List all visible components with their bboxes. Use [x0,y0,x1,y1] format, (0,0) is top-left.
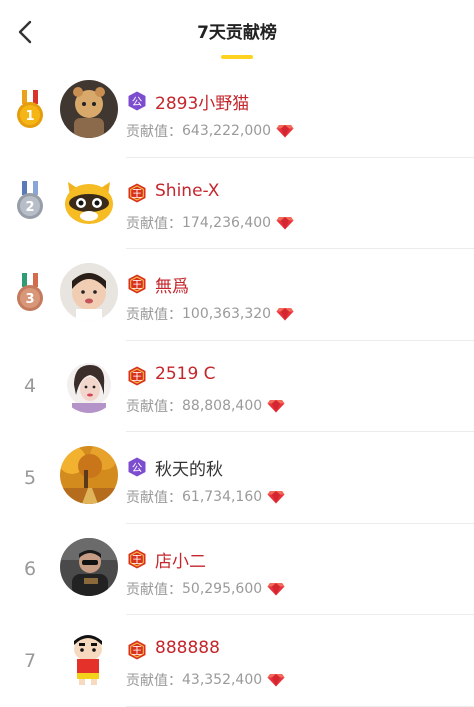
avatar[interactable] [60,446,118,504]
contribution-value: 贡献值： 43,352,400 [126,670,285,690]
leaderboard-row[interactable]: 2 王 Shine-X 贡献值： 174,236,400 [0,158,474,250]
user-name[interactable]: 店小二 [155,547,206,572]
page-title: 7天贡献榜 [197,23,277,43]
king-badge-icon: 王 [127,366,147,386]
leaderboard-row[interactable]: 3 王無爲贡献值： 100,363,320 [0,249,474,341]
avatar[interactable] [60,354,118,413]
bronze-medal-icon: 3 [13,271,47,319]
user-name[interactable]: 無爲 [155,272,189,297]
svg-text:公: 公 [132,462,143,474]
row-divider [126,705,474,707]
svg-text:王: 王 [132,645,143,657]
svg-text:3: 3 [25,292,34,307]
avatar[interactable] [60,80,118,138]
gem-icon [276,307,294,321]
avatar[interactable] [60,171,118,230]
gem-icon [267,490,285,504]
silver-medal-icon: 2 [13,179,47,227]
svg-text:王: 王 [132,279,143,291]
contribution-value: 贡献值： 643,222,000 [126,121,294,141]
gem-icon [267,673,285,687]
contribution-label: 贡献值： [126,398,182,415]
contribution-amount: 43,352,400 [182,672,263,688]
king-badge-icon: 王 [127,274,147,294]
rank-number: 7 [23,649,37,672]
king-badge-icon: 王 [127,183,147,203]
contribution-amount: 174,236,400 [182,214,272,231]
gold-medal-icon: 1 [13,88,47,136]
contribution-label: 贡献值： [126,490,182,506]
king-badge-icon: 王 [127,549,147,569]
leaderboard-row[interactable]: 5 公秋天的秋贡献值： 61,734,160 [0,432,474,524]
contribution-value: 贡献值： 50,295,600 [126,579,285,599]
contribution-amount: 61,734,160 [182,489,263,505]
avatar[interactable] [60,629,118,687]
gem-icon [267,399,285,413]
leaderboard-row[interactable]: 4 王 2519 C 贡献值： 88,808,400 [0,341,474,433]
rank-number: 5 [23,466,37,489]
leaderboard-row[interactable]: 1 公 2893小野猫贡献值： 643,222,000 [0,66,474,158]
user-name[interactable]: 2519 C [155,364,216,384]
title-underline [221,55,253,59]
guild-badge-icon: 公 [127,91,147,111]
contribution-label: 贡献值： [126,215,182,232]
gem-icon [267,582,285,596]
contribution-label: 贡献值： [126,124,182,140]
leaderboard-row[interactable]: 7 王 888888 贡献值： 43,352,400 [0,615,474,707]
svg-text:2: 2 [25,200,34,215]
rank-indicator: 5 [10,432,50,524]
contribution-amount: 100,363,320 [182,306,272,322]
gem-icon [276,124,294,138]
rank-number: 6 [23,558,37,581]
contribution-value: 贡献值： 100,363,320 [126,304,294,324]
guild-badge-icon: 公 [127,457,147,477]
contribution-value: 贡献值： 88,808,400 [126,396,285,416]
rank-indicator: 4 [10,341,50,433]
king-badge-icon: 王 [127,640,147,660]
contribution-amount: 50,295,600 [182,580,263,597]
contribution-label: 贡献值： [126,581,182,598]
contribution-label: 贡献值： [126,673,182,689]
contribution-amount: 88,808,400 [182,397,263,414]
user-name[interactable]: 秋天的秋 [155,455,223,480]
user-name[interactable]: 888888 [155,638,220,658]
rank-indicator: 3 [10,249,50,341]
user-name[interactable]: Shine-X [155,181,219,201]
avatar[interactable] [60,263,118,321]
rank-number: 4 [23,375,37,398]
rank-indicator: 7 [10,615,50,707]
rank-indicator: 6 [10,524,50,616]
svg-text:公: 公 [132,96,143,108]
svg-text:王: 王 [132,188,143,200]
top-bar: 7天贡献榜 [0,0,474,66]
contribution-label: 贡献值： [126,307,182,323]
contribution-value: 贡献值： 174,236,400 [126,213,294,233]
svg-text:王: 王 [132,554,143,566]
user-name[interactable]: 2893小野猫 [155,89,249,114]
avatar[interactable] [60,537,118,596]
rank-indicator: 2 [10,158,50,250]
svg-text:王: 王 [132,371,143,383]
leaderboard-list: 1 公 2893小野猫 贡献值： 643,222,000 2 王 Shine-X 贡献值： 174… [0,66,474,707]
gem-icon [276,216,294,230]
rank-indicator: 1 [10,66,50,158]
contribution-amount: 643,222,000 [182,123,272,139]
svg-text:1: 1 [25,109,34,124]
leaderboard-row[interactable]: 6 王店小二贡献值： 50,295,600 [0,524,474,616]
contribution-value: 贡献值： 61,734,160 [126,487,285,507]
